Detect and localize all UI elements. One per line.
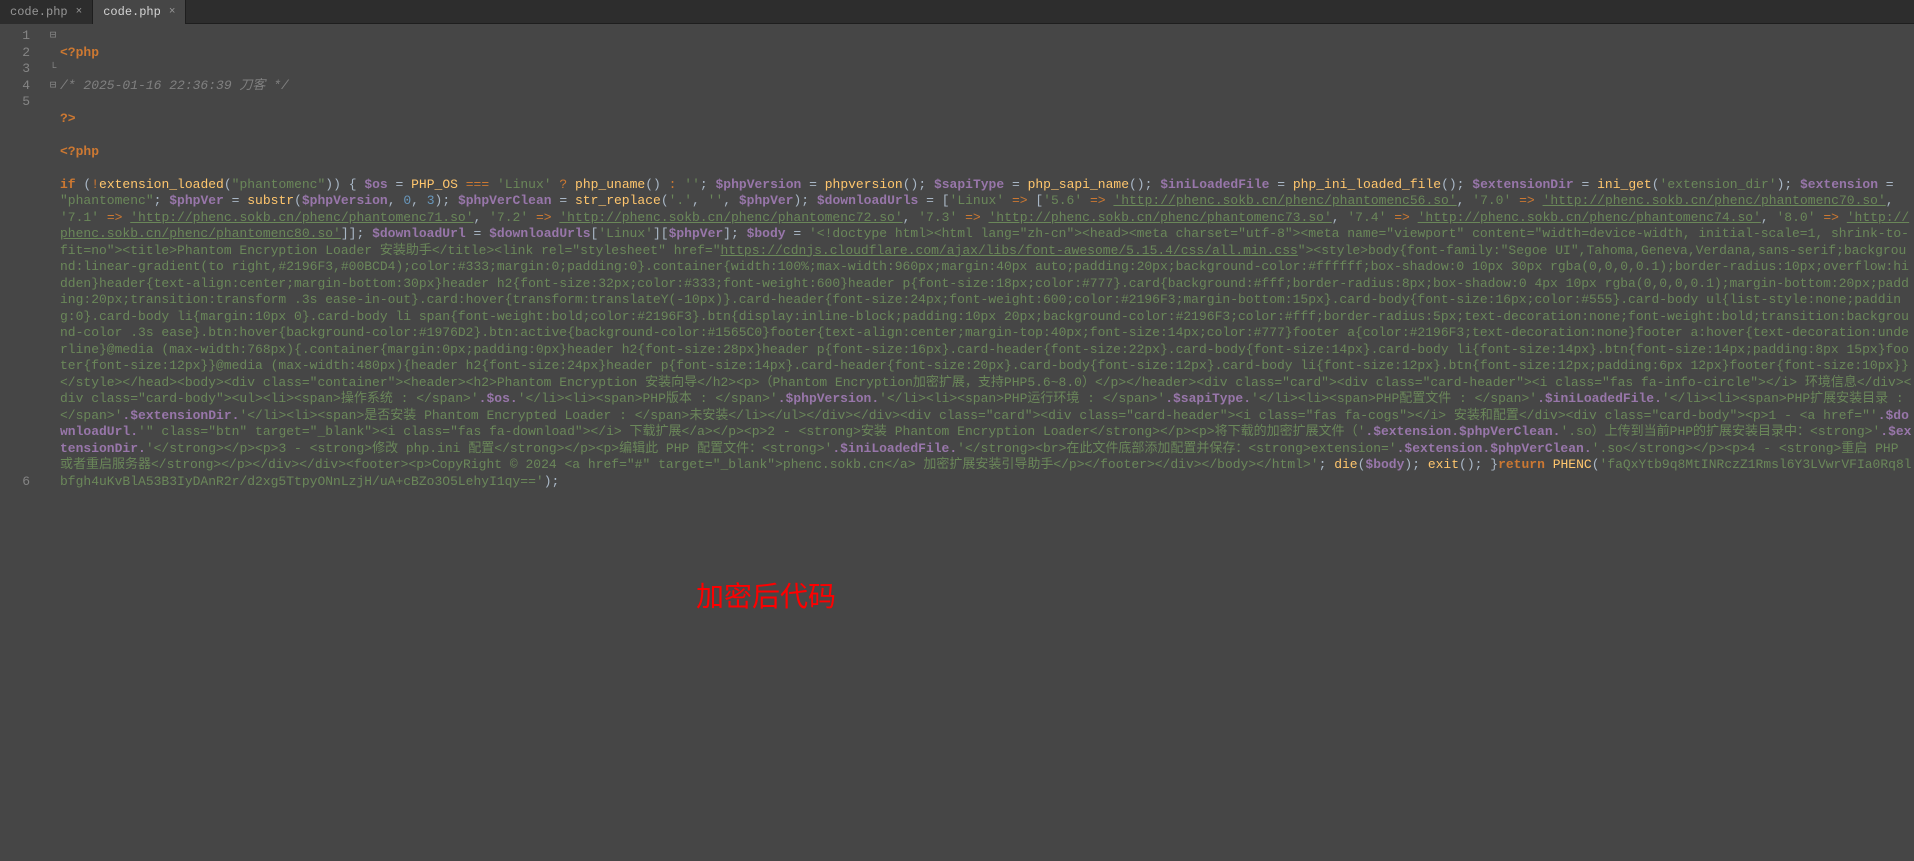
php-open-tag: <?php xyxy=(60,144,99,159)
code-line-5: if (!extension_loaded("phantomenc")) { $… xyxy=(60,177,1914,491)
tab-close-icon[interactable]: × xyxy=(169,6,176,18)
tab-code-2[interactable]: code.php × xyxy=(93,0,186,24)
line-number-gutter: 1 2 3 4 5 6 xyxy=(0,24,46,523)
fold-marker-icon[interactable]: ⊟ xyxy=(46,78,60,95)
fold-gutter: ⊟ └ ⊟ xyxy=(46,24,60,523)
line-number: 6 xyxy=(0,474,46,491)
tab-label: code.php xyxy=(10,5,68,19)
php-close-tag: ?> xyxy=(60,111,76,126)
line-number: 5 xyxy=(0,94,46,474)
line-number: 2 xyxy=(0,45,46,62)
editor-area: 1 2 3 4 5 6 ⊟ └ ⊟ <?php /* 2025-01-16 22… xyxy=(0,24,1914,523)
tab-close-icon[interactable]: × xyxy=(76,6,83,18)
line-number: 4 xyxy=(0,78,46,95)
line-number: 1 xyxy=(0,28,46,45)
code-content[interactable]: <?php /* 2025-01-16 22:36:39 刀客 */ ?> <?… xyxy=(60,24,1914,523)
tab-code-1[interactable]: code.php × xyxy=(0,0,93,24)
tab-label: code.php xyxy=(103,5,161,19)
comment: /* 2025-01-16 22:36:39 刀客 */ xyxy=(60,78,289,93)
annotation-caption: 加密后代码 xyxy=(696,575,836,615)
fold-marker-icon[interactable]: ⊟ xyxy=(46,28,60,45)
tab-bar: code.php × code.php × xyxy=(0,0,1914,24)
php-open-tag: <?php xyxy=(60,45,99,60)
fold-marker-icon[interactable]: └ xyxy=(46,61,60,78)
line-number: 3 xyxy=(0,61,46,78)
